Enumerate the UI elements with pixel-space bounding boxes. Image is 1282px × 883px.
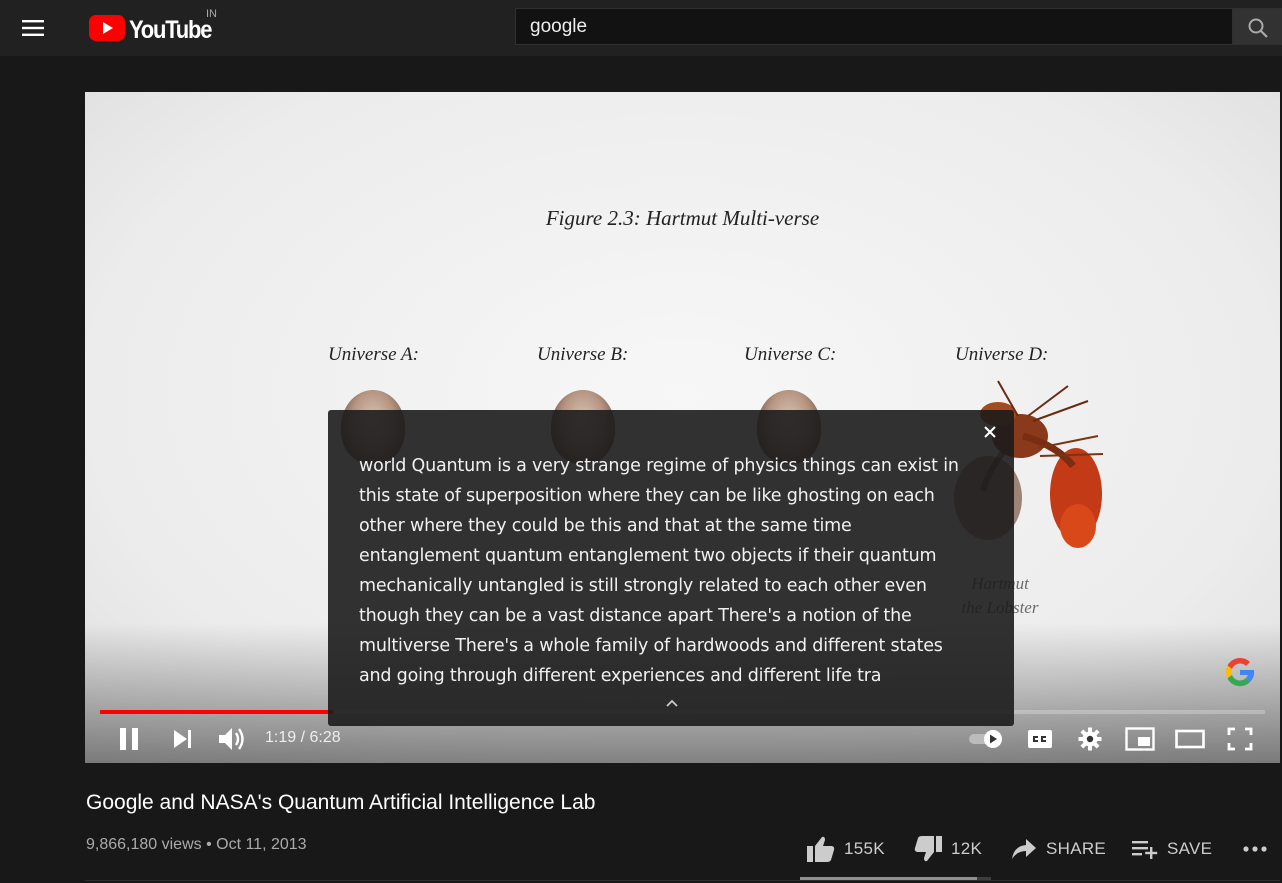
share-icon xyxy=(1010,836,1038,862)
autoplay-toggle[interactable] xyxy=(967,729,1005,754)
save-label: SAVE xyxy=(1167,839,1212,859)
playlist-add-icon xyxy=(1131,837,1159,861)
time-display: 1:19 / 6:28 xyxy=(265,729,341,747)
google-watermark-icon xyxy=(1223,655,1257,689)
transcript-panel: world Quantum is a very strange regime o… xyxy=(328,410,1014,726)
autoplay-icon xyxy=(967,729,1005,749)
gear-icon xyxy=(1078,727,1102,751)
settings-button[interactable] xyxy=(1078,727,1102,756)
search-icon xyxy=(1247,17,1269,39)
youtube-play-icon xyxy=(89,15,125,41)
thumbs-down-icon xyxy=(913,835,943,863)
miniplayer-icon xyxy=(1125,727,1155,751)
video-title: Google and NASA's Quantum Artificial Int… xyxy=(86,791,595,815)
subtitles-button[interactable] xyxy=(1027,729,1053,754)
fullscreen-icon xyxy=(1227,727,1253,751)
universe-label-d: Universe D: xyxy=(955,344,1048,366)
pause-button[interactable] xyxy=(118,726,142,757)
miniplayer-button[interactable] xyxy=(1125,727,1155,756)
more-horizontal-icon xyxy=(1242,845,1268,853)
pause-icon xyxy=(118,726,142,752)
collapse-button[interactable] xyxy=(664,696,680,708)
mute-button[interactable] xyxy=(217,725,247,758)
like-button[interactable]: 155K xyxy=(806,834,885,864)
share-label: SHARE xyxy=(1046,839,1106,859)
menu-icon[interactable] xyxy=(22,16,66,40)
logo-text: YouTube xyxy=(129,16,211,45)
masthead: YouTube IN google xyxy=(0,0,1282,56)
progress-played xyxy=(100,710,333,714)
closed-captions-icon xyxy=(1027,729,1053,749)
skip-next-icon xyxy=(172,728,194,750)
dislike-button[interactable]: 12K xyxy=(913,834,982,864)
universe-label-c: Universe C: xyxy=(744,344,836,366)
universe-label-a: Universe A: xyxy=(328,344,419,366)
fullscreen-button[interactable] xyxy=(1227,727,1253,756)
search-button[interactable] xyxy=(1233,8,1282,45)
next-button[interactable] xyxy=(172,728,194,755)
volume-icon xyxy=(217,725,247,753)
dislike-count: 12K xyxy=(951,839,982,859)
close-button[interactable] xyxy=(980,422,1000,442)
theater-mode-button[interactable] xyxy=(1175,728,1205,755)
theater-mode-icon xyxy=(1175,728,1205,750)
transcript-text: world Quantum is a very strange regime o… xyxy=(359,451,994,691)
country-code: IN xyxy=(206,8,217,20)
divider xyxy=(85,880,1280,881)
chevron-up-icon xyxy=(664,697,680,709)
close-icon xyxy=(980,422,1000,442)
view-count: 9,866,180 views • Oct 11, 2013 xyxy=(86,836,307,854)
like-count: 155K xyxy=(844,839,885,859)
figure-title: Figure 2.3: Hartmut Multi-verse xyxy=(85,206,1280,231)
save-button[interactable]: SAVE xyxy=(1131,834,1212,864)
more-actions-button[interactable] xyxy=(1242,834,1268,864)
youtube-logo[interactable]: YouTube IN xyxy=(89,12,229,44)
search-input[interactable]: google xyxy=(515,8,1233,45)
share-button[interactable]: SHARE xyxy=(1010,834,1106,864)
universe-label-b: Universe B: xyxy=(537,344,628,366)
thumbs-up-icon xyxy=(806,835,836,863)
